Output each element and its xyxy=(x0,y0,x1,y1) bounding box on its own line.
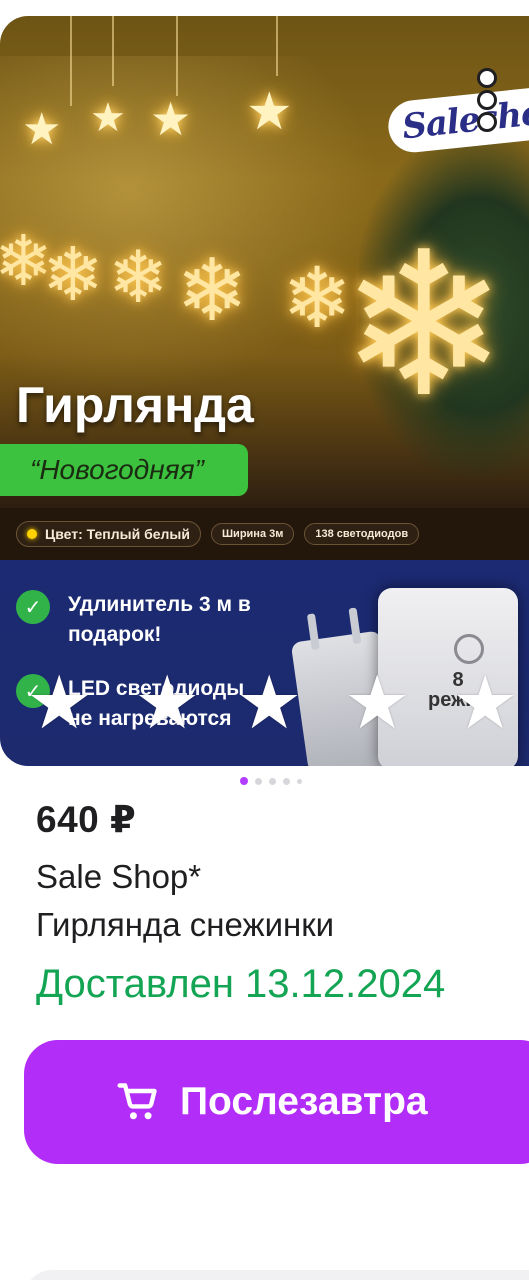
star-light-icon: ★ xyxy=(22,105,62,154)
product-price: 640 ₽ xyxy=(36,799,137,840)
garland-string xyxy=(276,16,278,76)
image-pager xyxy=(240,777,302,785)
image-headline: Гирлянда xyxy=(16,377,254,433)
feature-text: Удлинитель 3 м в подарок! xyxy=(68,593,251,646)
color-dot-icon xyxy=(27,529,37,539)
pager-dot[interactable] xyxy=(255,777,262,785)
seller-name[interactable]: Sale Shop* xyxy=(36,858,201,896)
star-icon: ★ xyxy=(344,661,411,744)
star-icon: ★ xyxy=(26,661,93,744)
product-image[interactable]: ★ ★ ★ ★ ❄ ❄ ❄ ❄ ❄ ❄ Saleshop Гирлянда “Н… xyxy=(0,16,529,766)
garland-string xyxy=(112,16,114,86)
spec-leds: 138 светодиодов xyxy=(304,523,420,545)
check-icon: ✓ xyxy=(16,590,50,624)
snowflake-light-icon: ❄ xyxy=(108,238,169,318)
star-icon: ★ xyxy=(452,661,519,744)
pager-dot-active[interactable] xyxy=(240,777,248,785)
spec-bar: Цвет: Теплый белый Ширина 3м 138 светоди… xyxy=(0,508,529,560)
saleshop-logo: Saleshop xyxy=(385,78,529,160)
star-light-icon: ★ xyxy=(150,93,192,145)
star-light-icon: ★ xyxy=(90,96,126,140)
delivery-button[interactable]: Послезавтра xyxy=(24,1040,529,1164)
star-light-icon: ★ xyxy=(246,83,293,141)
star-icon: ★ xyxy=(236,661,303,744)
pager-dot[interactable] xyxy=(269,777,276,785)
garland-string xyxy=(70,16,72,106)
spec-color: Цвет: Теплый белый xyxy=(16,521,201,547)
star-icon: ★ xyxy=(134,661,201,744)
controller-button-icon xyxy=(454,634,484,664)
more-options-icon[interactable] xyxy=(470,66,504,134)
feature-item: ✓ Удлинитель 3 м в подарок! xyxy=(16,590,268,650)
spec-width: Ширина 3м xyxy=(211,523,295,545)
snowflake-light-icon: ❄ xyxy=(42,233,105,316)
delivery-status: Доставлен 13.12.2024 xyxy=(36,962,446,1006)
delivery-button-label: Послезавтра xyxy=(180,1080,428,1123)
image-badge: “Новогодняя” xyxy=(0,444,248,496)
next-card xyxy=(24,1270,529,1280)
snowflake-light-icon: ❄ xyxy=(176,243,249,339)
snowflake-light-icon: ❄ xyxy=(340,214,508,437)
cart-icon xyxy=(117,1083,157,1120)
product-title[interactable]: Гирлянда снежинки xyxy=(36,906,334,944)
pager-dot[interactable] xyxy=(283,777,290,785)
pager-dot[interactable] xyxy=(297,778,302,784)
garland-string xyxy=(176,16,178,96)
rating-stars: ★ ★ ★ ★ ★ xyxy=(0,666,529,746)
